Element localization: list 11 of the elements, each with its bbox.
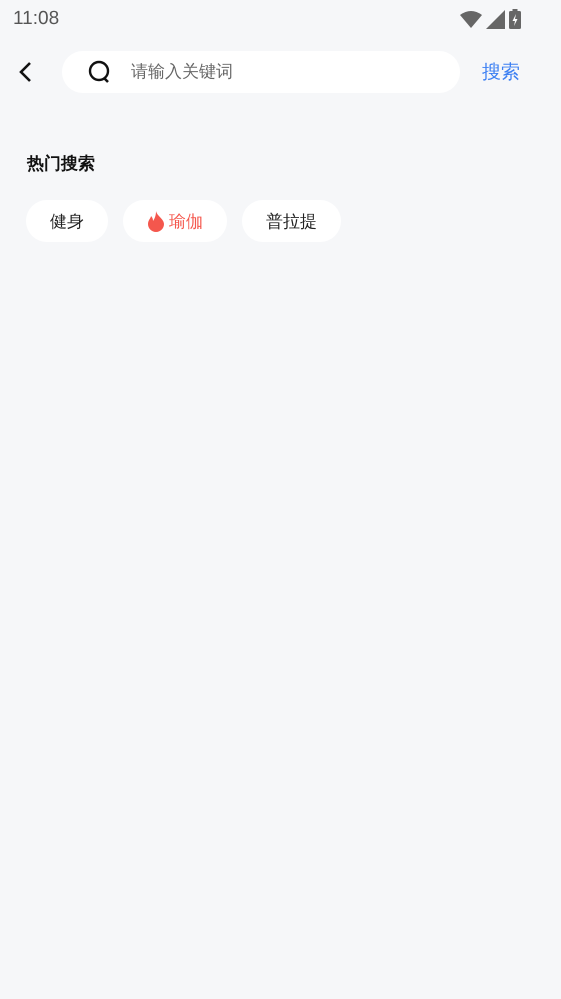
search-tag[interactable]: 健身 [26, 200, 108, 242]
status-time: 11:08 [13, 8, 60, 30]
section-title: 热门搜索 [27, 153, 96, 176]
search-button[interactable]: 搜索 [482, 59, 520, 85]
signal-icon [486, 10, 505, 28]
search-icon [88, 60, 111, 84]
search-field[interactable]: 请输入关键词 [62, 51, 460, 93]
search-tag[interactable]: 普拉提 [242, 200, 341, 242]
flame-icon [147, 210, 165, 232]
battery-icon [509, 9, 521, 29]
wifi-icon [460, 10, 482, 28]
